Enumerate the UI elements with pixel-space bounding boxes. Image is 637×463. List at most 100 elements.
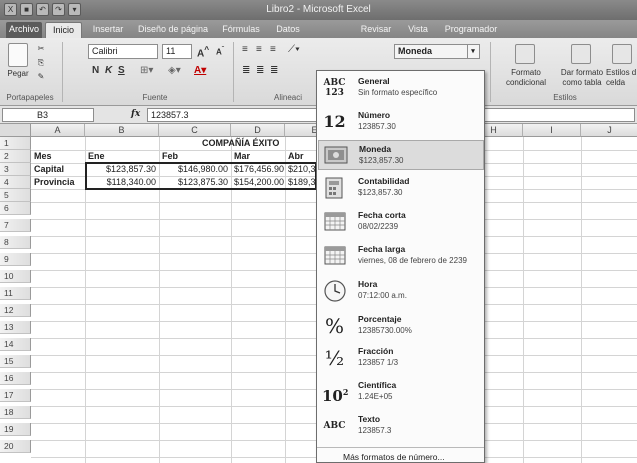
align-left-icon[interactable]: ≣ <box>242 65 250 76</box>
font-name-box[interactable]: Calibri <box>88 44 158 59</box>
column-header[interactable]: J <box>581 124 637 137</box>
row-header[interactable]: 19 <box>0 423 31 436</box>
format-option-name: Fecha corta <box>358 210 406 220</box>
format-option-accounting[interactable]: Contabilidad $123,857.30 <box>318 173 484 203</box>
tab-view[interactable]: Vista <box>400 22 436 38</box>
name-box[interactable]: B3 <box>2 108 94 122</box>
row-header[interactable]: 7 <box>0 219 31 232</box>
row-header[interactable]: 18 <box>0 406 31 419</box>
select-all-corner[interactable] <box>0 124 31 137</box>
more-number-formats-link[interactable]: Más formatos de número... <box>343 452 445 462</box>
clock-icon <box>322 279 347 303</box>
format-as-table-button[interactable]: Dar formato como tabla <box>556 68 608 88</box>
number-format-icon: 12 <box>323 112 346 131</box>
row-header[interactable]: 16 <box>0 372 31 385</box>
italic-button[interactable]: K <box>105 65 112 76</box>
bold-button[interactable]: N <box>92 65 99 76</box>
insert-function-icon[interactable]: fx <box>131 109 140 119</box>
row-header[interactable]: 3 <box>0 163 31 176</box>
tab-page-layout[interactable]: Diseño de página <box>133 22 213 38</box>
row-header[interactable]: 1 <box>0 137 31 150</box>
format-option-scientific[interactable]: 102 Científica 1.24E+05 <box>318 377 484 407</box>
cell-styles-label-1: Estilos d <box>606 68 637 77</box>
conditional-format-icon[interactable] <box>515 44 535 64</box>
tab-formulas[interactable]: Fórmulas <box>216 22 266 38</box>
row-header[interactable]: 8 <box>0 236 31 249</box>
copy-icon[interactable]: ⎘ <box>34 58 48 68</box>
format-painter-icon[interactable]: ✎ <box>34 72 48 82</box>
align-center-icon[interactable]: ≣ <box>256 65 264 76</box>
format-option-short-date[interactable]: Fecha corta 08/02/2239 <box>318 207 484 237</box>
format-option-text[interactable]: ABC Texto 123857.3 <box>318 411 484 441</box>
orientation-icon[interactable]: ⟋▾ <box>288 44 300 55</box>
align-top-icon[interactable]: ≡ <box>242 44 248 55</box>
tab-insert[interactable]: Insertar <box>86 22 130 38</box>
paste-icon[interactable] <box>8 43 28 67</box>
tab-home[interactable]: Inicio <box>45 22 82 38</box>
font-color-icon[interactable]: A▾ <box>194 65 206 76</box>
row-header[interactable]: 9 <box>0 253 31 266</box>
align-middle-icon[interactable]: ≡ <box>256 44 262 55</box>
shrink-font-icon[interactable]: Aˇ <box>216 46 224 57</box>
row-header[interactable]: 2 <box>0 150 31 163</box>
font-size-box[interactable]: 11 <box>162 44 192 59</box>
column-header[interactable]: D <box>231 124 285 137</box>
cut-icon[interactable]: ✂ <box>34 44 48 54</box>
row-header[interactable]: 10 <box>0 270 31 283</box>
sheet-title-cell[interactable]: COMPAÑÍA ÉXITO <box>200 137 330 150</box>
row-header[interactable]: 5 <box>0 189 31 202</box>
number-format-box[interactable]: Moneda ▾ <box>394 44 480 59</box>
format-option-long-date[interactable]: Fecha larga viernes, 08 de febrero de 22… <box>318 241 484 271</box>
column-header[interactable]: A <box>31 124 85 137</box>
styles-group-label: Estilos <box>553 93 577 102</box>
format-option-percentage[interactable]: % Porcentaje 12385730.00% <box>318 311 484 341</box>
format-as-table-label-1: Dar formato <box>560 68 604 77</box>
format-option-number[interactable]: 12 Número 123857.30 <box>318 107 484 137</box>
font-group-label: Fuente <box>142 93 168 102</box>
fill-color-icon[interactable]: ◈▾ <box>168 65 181 76</box>
row-header[interactable]: 13 <box>0 321 31 334</box>
tab-developer[interactable]: Programador <box>440 22 502 38</box>
table-cell[interactable]: Provincia <box>32 176 84 189</box>
format-option-example: 1.24E+05 <box>358 392 393 401</box>
format-option-time[interactable]: Hora 07:12:00 a.m. <box>318 276 484 306</box>
row-header[interactable]: 17 <box>0 389 31 402</box>
column-header[interactable]: I <box>523 124 581 137</box>
row-header[interactable]: 20 <box>0 440 31 453</box>
format-option-name: Texto <box>358 414 381 424</box>
cell-styles-icon[interactable] <box>612 44 632 64</box>
row-header[interactable]: 4 <box>0 176 31 189</box>
tab-file[interactable]: Archivo <box>6 22 42 38</box>
grow-font-icon[interactable]: A^ <box>197 44 209 59</box>
format-option-example: 123857 1/3 <box>358 358 399 367</box>
row-header[interactable]: 6 <box>0 202 31 215</box>
chevron-down-icon[interactable]: ▾ <box>467 45 478 58</box>
underline-button[interactable]: S <box>118 65 125 76</box>
format-option-fraction[interactable]: ½ Fracción 123857 1/3 <box>318 343 484 373</box>
format-option-currency[interactable]: Moneda $123,857.30 <box>318 140 484 170</box>
table-header-cell[interactable]: Mes <box>32 150 84 163</box>
align-right-icon[interactable]: ≣ <box>270 65 278 76</box>
format-option-general[interactable]: ABC 123 General Sin formato específico <box>318 73 484 103</box>
row-header[interactable]: 11 <box>0 287 31 300</box>
tab-data[interactable]: Datos <box>268 22 308 38</box>
format-as-table-icon[interactable] <box>571 44 591 64</box>
paste-button[interactable]: Pegar <box>2 69 34 79</box>
row-header[interactable]: 14 <box>0 338 31 351</box>
format-option-name: Hora <box>358 279 378 289</box>
conditional-format-label-2: condicional <box>505 78 547 87</box>
ribbon-tab-bar: Archivo Inicio Insertar Diseño de página… <box>0 20 637 38</box>
selection-range <box>85 162 317 190</box>
align-bottom-icon[interactable]: ≡ <box>270 44 276 55</box>
conditional-format-button[interactable]: Formato condicional <box>495 68 557 88</box>
tab-review[interactable]: Revisar <box>355 22 397 38</box>
row-header[interactable]: 12 <box>0 304 31 317</box>
format-as-table-label-2: como tabla <box>562 78 602 87</box>
borders-icon[interactable]: ⊞▾ <box>140 65 153 76</box>
table-cell[interactable]: Capital <box>32 163 84 176</box>
column-header[interactable]: B <box>85 124 159 137</box>
cell-styles-button[interactable]: Estilos d celda <box>606 68 637 88</box>
clipboard-group-label: Portapapeles <box>6 93 54 102</box>
column-header[interactable]: C <box>159 124 231 137</box>
row-header[interactable]: 15 <box>0 355 31 368</box>
